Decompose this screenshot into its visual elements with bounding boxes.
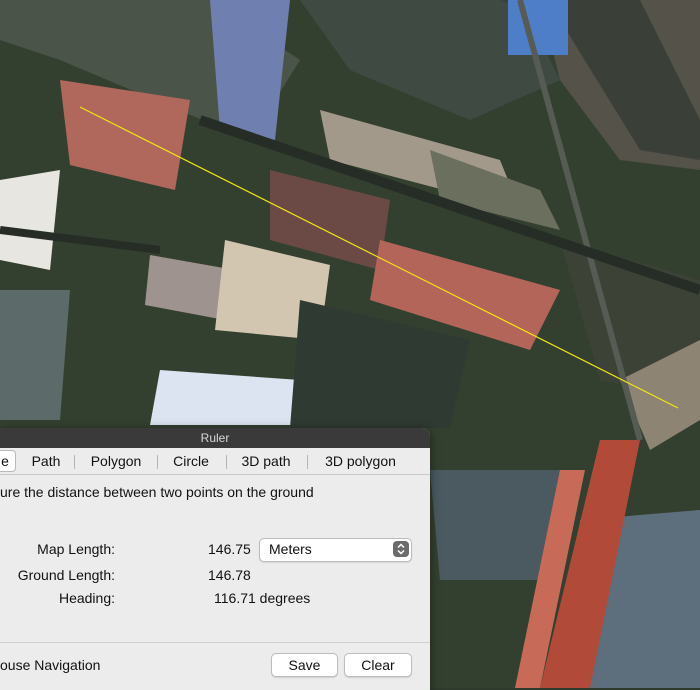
ruler-panel: Ruler e Path Polygon Circle 3D path 3D p… [0, 428, 430, 690]
map-block [0, 290, 70, 420]
clear-button[interactable]: Clear [344, 653, 412, 677]
map-white-roof [0, 170, 60, 270]
tab-3d-polygon[interactable]: 3D polygon [313, 451, 408, 471]
tab-separator [157, 455, 158, 469]
ground-length-value: 146.78 [208, 567, 251, 583]
unit-select[interactable]: Meters [259, 538, 412, 562]
unit-select-value: Meters [269, 541, 312, 557]
ruler-title-bar[interactable]: Ruler [0, 428, 430, 448]
mouse-navigation-label[interactable]: ouse Navigation [0, 657, 100, 673]
map-length-label: Map Length: [37, 541, 115, 557]
heading-label: Heading: [58, 590, 115, 606]
ruler-description: ure the distance between two points on t… [0, 484, 314, 500]
tab-polygon[interactable]: Polygon [80, 451, 152, 471]
heading-value: 116.71 degrees [214, 590, 311, 606]
save-button[interactable]: Save [271, 653, 338, 677]
map-blue-roof [508, 0, 568, 55]
tab-3d-path[interactable]: 3D path [231, 451, 301, 471]
tab-circle[interactable]: Circle [162, 451, 220, 471]
tab-line[interactable]: e [0, 450, 16, 472]
chevron-up-down-icon [393, 541, 409, 557]
tab-separator [226, 455, 227, 469]
map-block [430, 470, 560, 580]
tab-separator [307, 455, 308, 469]
ground-length-label: Ground Length: [17, 567, 115, 583]
footer-divider [0, 642, 430, 643]
tab-separator [74, 455, 75, 469]
map-length-value: 146.75 [208, 541, 251, 557]
ruler-tabs: e Path Polygon Circle 3D path 3D polygon [0, 448, 430, 475]
tab-path[interactable]: Path [22, 451, 70, 471]
